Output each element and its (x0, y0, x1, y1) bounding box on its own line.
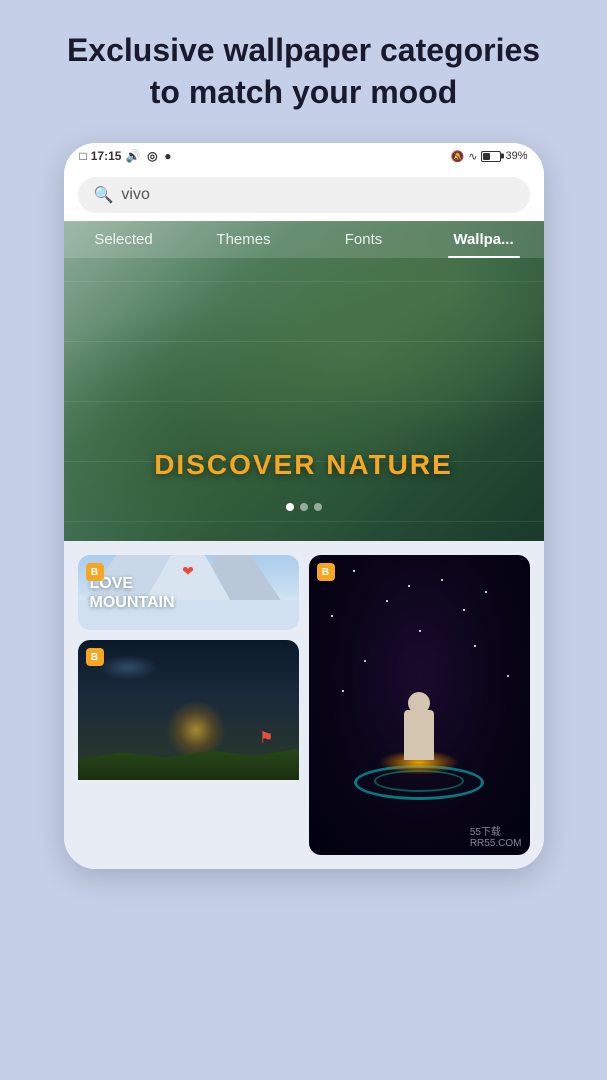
tab-fonts[interactable]: Fonts (304, 221, 424, 258)
status-left: □ 17:15 🔊 ◎ ● (80, 149, 172, 163)
wifi-icon: ∿ (468, 150, 477, 163)
landscape-glow (166, 700, 226, 760)
star (364, 660, 366, 662)
phone-frame: □ 17:15 🔊 ◎ ● 🔕 ∿ 39% 🔍 vivo Selected (64, 143, 544, 869)
star (441, 579, 443, 581)
page-headline: Exclusive wallpaper categories to match … (64, 30, 544, 113)
heart-icon: ❤ (182, 563, 194, 580)
wallpaper-card-space[interactable]: B 55下载RR55.COM (309, 555, 530, 855)
tab-selected[interactable]: Selected (64, 221, 184, 258)
dot-2 (300, 503, 308, 511)
signal-icons: 🔊 ◎ ● (125, 149, 171, 163)
search-icon: 🔍 (94, 185, 114, 205)
hero-section: Selected Themes Fonts Wallpa... DISCOVER… (64, 221, 544, 541)
mountain-scene: ❤ LOVEMOUNTAIN B (78, 555, 299, 630)
wallpaper-card-landscape[interactable]: ⚑ B (78, 640, 299, 855)
hero-banner-title: DISCOVER NATURE (64, 449, 544, 481)
star (331, 615, 333, 617)
sim-icon: □ (80, 149, 87, 163)
star (463, 609, 465, 611)
search-bar[interactable]: 🔍 vivo (78, 177, 530, 213)
space-scene: B 55下载RR55.COM (309, 555, 530, 855)
dot-1 (286, 503, 294, 511)
hero-dots-container (64, 503, 544, 511)
status-right: 🔕 ∿ 39% (451, 150, 528, 163)
wallpaper-card-mountain[interactable]: ❤ LOVEMOUNTAIN B (78, 555, 299, 630)
wallpaper-badge-landscape: B (86, 648, 104, 666)
battery-icon (481, 151, 501, 162)
wallpaper-badge-mountain: B (86, 563, 104, 581)
star (408, 585, 410, 587)
star (485, 591, 487, 593)
time-display: 17:15 (91, 149, 122, 163)
star (353, 570, 355, 572)
star (386, 600, 388, 602)
tab-themes[interactable]: Themes (184, 221, 304, 258)
star (342, 690, 344, 692)
dot-3 (314, 503, 322, 511)
landscape-scene: ⚑ B (78, 640, 299, 780)
star (474, 645, 476, 647)
anime-head (408, 692, 430, 714)
star (507, 675, 509, 677)
greenhouse-lines (64, 221, 544, 541)
notification-icon: 🔕 (451, 150, 465, 163)
battery-percent: 39% (505, 150, 527, 162)
watermark: 55下载RR55.COM (470, 823, 522, 849)
flag-icon: ⚑ (259, 728, 273, 748)
wallpaper-grid: ❤ LOVEMOUNTAIN B (64, 541, 544, 869)
tabs-container: Selected Themes Fonts Wallpa... (64, 221, 544, 258)
wallpaper-badge-space: B (317, 563, 335, 581)
hero-background (64, 221, 544, 541)
status-bar: □ 17:15 🔊 ◎ ● 🔕 ∿ 39% (64, 143, 544, 169)
search-bar-container: 🔍 vivo (64, 169, 544, 221)
star (419, 630, 421, 632)
anime-figure (404, 710, 434, 760)
landscape-clouds (98, 655, 158, 680)
tab-wallpaper[interactable]: Wallpa... (424, 221, 544, 258)
search-value: vivo (121, 186, 149, 204)
